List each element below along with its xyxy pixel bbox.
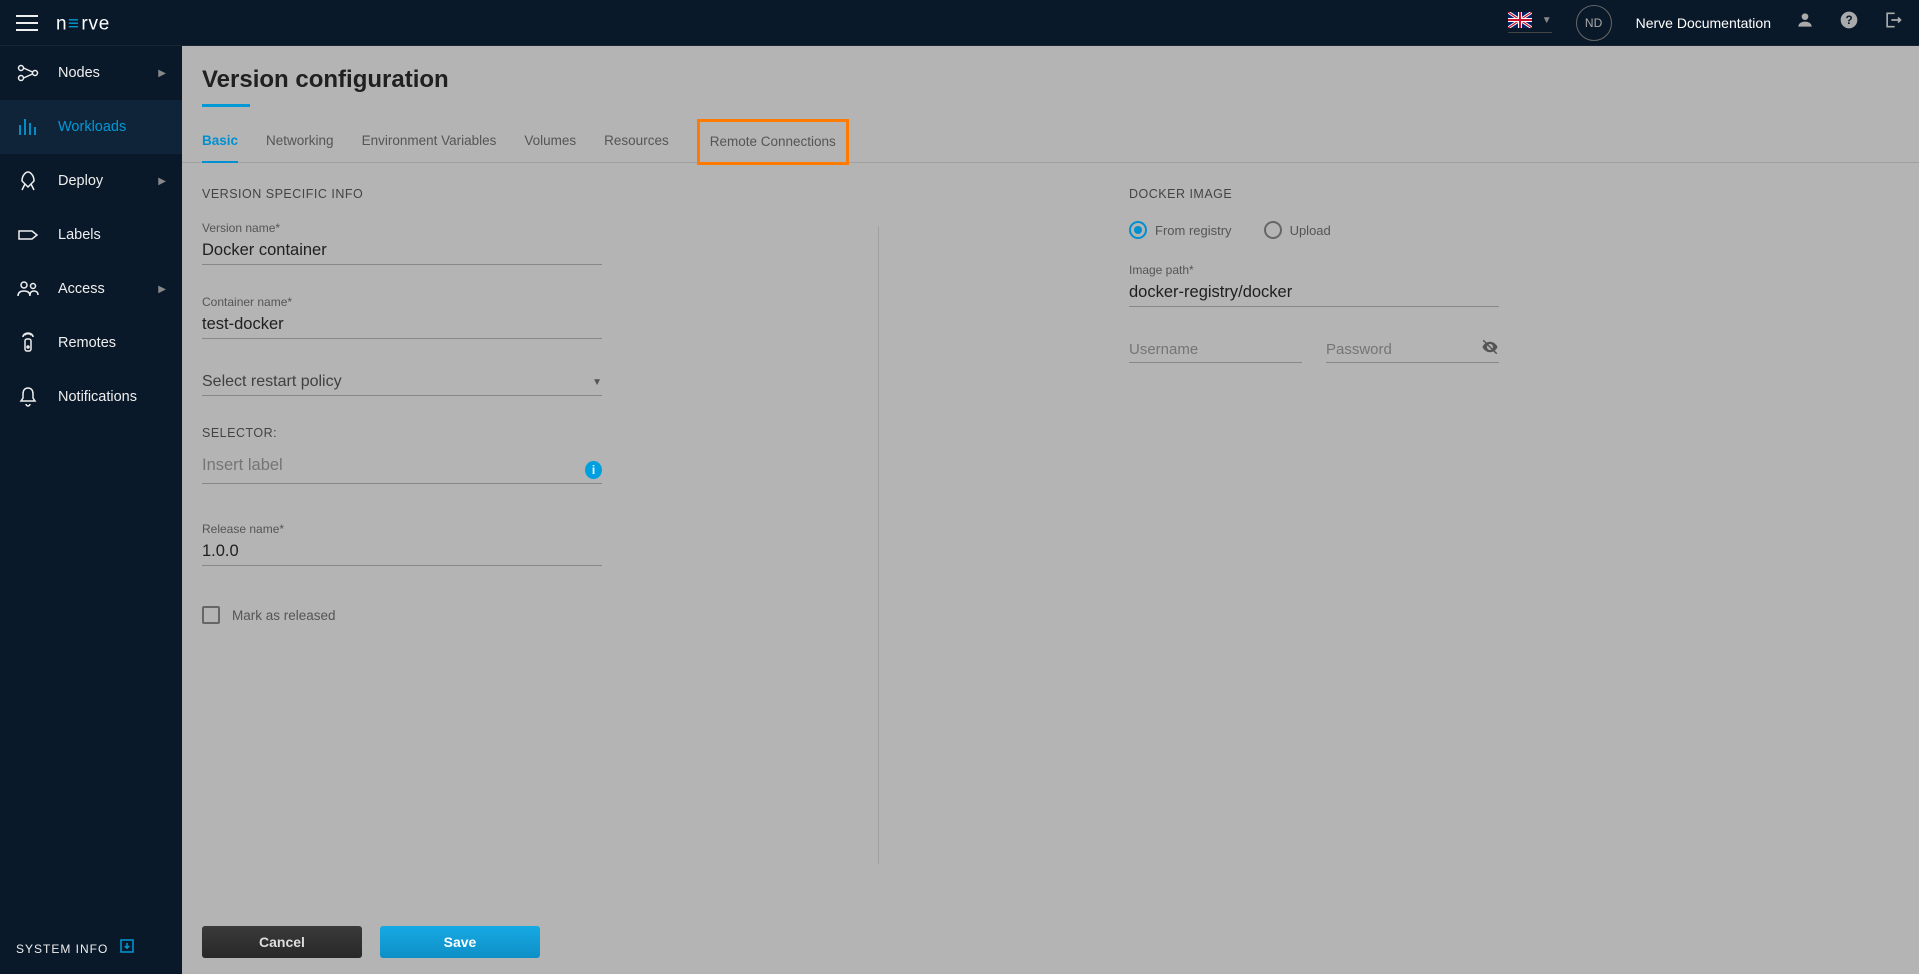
logout-icon[interactable] <box>1883 10 1903 35</box>
checkbox-icon <box>202 606 220 624</box>
sidebar-item-nodes[interactable]: Nodes ▶ <box>0 46 182 100</box>
documentation-link[interactable]: Nerve Documentation <box>1636 15 1771 31</box>
sidebar-item-labels[interactable]: Labels <box>0 208 182 262</box>
visibility-off-icon[interactable] <box>1481 338 1499 361</box>
sidebar-item-access[interactable]: Access ▶ <box>0 262 182 316</box>
tab-resources[interactable]: Resources <box>604 133 669 162</box>
username-input[interactable] <box>1129 337 1302 363</box>
labels-icon <box>16 223 40 247</box>
notifications-icon <box>16 385 40 409</box>
docker-image-heading: DOCKER IMAGE <box>1129 187 1499 201</box>
action-buttons: Cancel Save <box>202 926 540 958</box>
svg-text:n: n <box>56 13 67 34</box>
help-icon[interactable]: ? <box>1839 10 1859 35</box>
remotes-icon <box>16 331 40 355</box>
password-input[interactable] <box>1326 337 1481 362</box>
radio-selected-icon <box>1129 221 1147 239</box>
system-info-label: SYSTEM INFO <box>16 942 108 956</box>
radio-from-registry[interactable]: From registry <box>1129 221 1232 239</box>
sidebar-item-label: Deploy <box>58 173 103 189</box>
sidebar: Nodes ▶ Workloads Deploy ▶ Labels Access… <box>0 46 182 974</box>
access-icon <box>16 277 40 301</box>
workloads-icon <box>16 115 40 139</box>
save-button[interactable]: Save <box>380 926 540 958</box>
chevron-right-icon: ▶ <box>158 68 166 79</box>
caret-down-icon: ▼ <box>592 377 602 388</box>
right-column: DOCKER IMAGE From registry Upload Image … <box>1129 187 1499 624</box>
chevron-down-icon: ▼ <box>1542 15 1552 26</box>
language-selector[interactable]: ▼ <box>1508 12 1552 33</box>
radio-unselected-icon <box>1264 221 1282 239</box>
tab-networking[interactable]: Networking <box>266 133 334 162</box>
sidebar-item-remotes[interactable]: Remotes <box>0 316 182 370</box>
menu-toggle-icon[interactable] <box>16 15 38 31</box>
container-name-label: Container name* <box>202 295 682 309</box>
restart-policy-select[interactable]: Select restart policy ▼ <box>202 369 602 396</box>
user-avatar[interactable]: ND <box>1576 5 1612 41</box>
page-title: Version configuration <box>182 46 1919 104</box>
selector-heading: SELECTOR: <box>202 426 682 440</box>
chevron-right-icon: ▶ <box>158 176 166 187</box>
chevron-right-icon: ▶ <box>158 284 166 295</box>
sidebar-item-label: Access <box>58 281 105 297</box>
uk-flag-icon <box>1508 12 1532 28</box>
radio-registry-label: From registry <box>1155 223 1232 238</box>
svg-text:≡: ≡ <box>68 13 80 34</box>
version-name-input[interactable] <box>202 237 602 265</box>
restart-policy-placeholder: Select restart policy <box>202 373 592 391</box>
sidebar-item-label: Remotes <box>58 335 116 351</box>
sidebar-item-deploy[interactable]: Deploy ▶ <box>0 154 182 208</box>
download-icon <box>118 937 136 960</box>
mark-released-label: Mark as released <box>232 608 336 623</box>
deploy-icon <box>16 169 40 193</box>
info-icon[interactable]: i <box>585 461 602 479</box>
selector-input[interactable] <box>202 452 577 479</box>
release-name-input[interactable] <box>202 538 602 566</box>
top-header: n≡rve ▼ ND Nerve Documentation ? <box>0 0 1919 46</box>
release-name-label: Release name* <box>202 522 682 536</box>
brand-logo: n≡rve <box>56 11 151 35</box>
sidebar-item-label: Workloads <box>58 119 126 135</box>
svg-text:?: ? <box>1845 14 1852 27</box>
user-icon[interactable] <box>1795 10 1815 35</box>
tab-remote-connections[interactable]: Remote Connections <box>697 119 849 165</box>
system-info-button[interactable]: SYSTEM INFO <box>16 937 136 960</box>
image-path-label: Image path* <box>1129 263 1499 277</box>
sidebar-item-label: Labels <box>58 227 101 243</box>
nodes-icon <box>16 61 40 85</box>
radio-upload[interactable]: Upload <box>1264 221 1331 239</box>
radio-upload-label: Upload <box>1290 223 1331 238</box>
container-name-input[interactable] <box>202 311 602 339</box>
svg-text:rve: rve <box>81 13 110 34</box>
sidebar-item-label: Nodes <box>58 65 100 81</box>
sidebar-item-notifications[interactable]: Notifications <box>0 370 182 424</box>
image-path-input[interactable] <box>1129 279 1499 307</box>
tab-volumes[interactable]: Volumes <box>524 133 576 162</box>
tab-basic[interactable]: Basic <box>202 133 238 162</box>
version-info-heading: VERSION SPECIFIC INFO <box>202 187 682 201</box>
sidebar-item-label: Notifications <box>58 389 137 405</box>
tab-env-vars[interactable]: Environment Variables <box>362 133 497 162</box>
mark-released-checkbox[interactable]: Mark as released <box>202 606 682 624</box>
left-column: VERSION SPECIFIC INFO Version name* Cont… <box>202 187 682 624</box>
cancel-button[interactable]: Cancel <box>202 926 362 958</box>
version-name-label: Version name* <box>202 221 682 235</box>
column-divider <box>878 226 879 864</box>
sidebar-item-workloads[interactable]: Workloads <box>0 100 182 154</box>
config-tabs: Basic Networking Environment Variables V… <box>182 107 1919 163</box>
main-content: Version configuration Basic Networking E… <box>182 46 1919 974</box>
